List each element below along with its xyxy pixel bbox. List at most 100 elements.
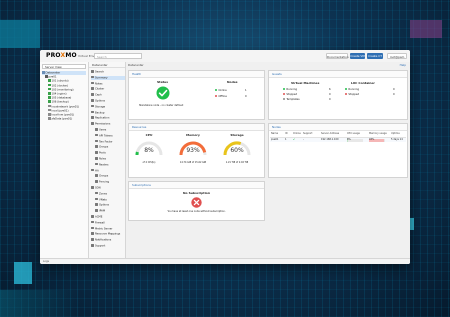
menu-item-label: Users <box>99 128 107 132</box>
view-selector[interactable]: Server View <box>42 64 86 69</box>
menu-item-icon <box>91 232 94 235</box>
create-ct-button[interactable]: Create CT <box>367 52 383 59</box>
menu-item[interactable]: Ceph <box>91 93 125 98</box>
gauge-title: Storage <box>230 133 244 137</box>
nodes-label: Nodes <box>227 80 238 84</box>
vm-status-count: 0 <box>329 98 331 101</box>
menu-item[interactable]: Groups <box>95 174 125 179</box>
menu-item-label: Notifications <box>95 238 112 242</box>
resources-panel: Resources CPU 8% of 4 CPU(s) Memory 93% 14.74… <box>128 123 265 178</box>
documentation-button[interactable]: Documentation <box>326 52 349 59</box>
menu-item-icon <box>95 133 98 137</box>
menu-item[interactable]: SDN <box>91 186 125 191</box>
tree-item-label: local (pve01) <box>51 109 69 113</box>
tree-item-label: Datacenter <box>45 71 61 75</box>
lxc-status-row: Stopped <box>345 93 359 97</box>
menu-item[interactable]: Cluster <box>91 87 125 92</box>
table-header[interactable]: Server Address <box>321 132 339 136</box>
create-vm-button[interactable]: Create VM <box>350 52 365 59</box>
menu-item-icon <box>91 110 94 114</box>
nodes-offline-count: 0 <box>245 95 247 98</box>
menu-item[interactable]: Backup <box>91 110 125 116</box>
vm-status-row: Running <box>283 88 297 92</box>
resource-tree-panel: Server View Datacenter pve01 101 (ubuntu) 1… <box>40 62 89 258</box>
menu-item[interactable]: API Tokens <box>95 133 125 139</box>
gauge-title: Memory <box>186 133 200 137</box>
menu-item[interactable]: Pools <box>95 151 125 156</box>
tree-item-label: 101 (ubuntu) <box>51 79 69 83</box>
vm-title: Virtual Machines <box>291 81 320 85</box>
status-bar[interactable]: Logs <box>40 258 410 264</box>
menu-item[interactable]: Resource Mappings <box>91 232 125 237</box>
user-menu-button[interactable]: root@pam <box>387 52 407 59</box>
menu-item[interactable]: Two Factor <box>95 139 125 145</box>
menu-item[interactable]: ACME <box>91 215 125 220</box>
menu-item-icon <box>91 70 94 73</box>
menu-item-label: Storage <box>95 105 106 109</box>
menu-item[interactable]: Support <box>91 244 125 249</box>
menu-item-icon <box>91 87 94 90</box>
menu-item[interactable]: Options <box>91 99 125 104</box>
menu-item[interactable]: Summary <box>91 75 125 81</box>
menu-item-icon <box>95 139 98 143</box>
menu-item[interactable]: Notifications <box>91 238 125 243</box>
menu-item[interactable]: Zones <box>95 191 125 197</box>
menu-item-label: Resource Mappings <box>95 232 121 236</box>
error-icon <box>191 197 202 208</box>
menu-item[interactable]: HA <box>91 168 125 174</box>
menu-item[interactable]: Metric Server <box>91 226 125 232</box>
menu-item[interactable]: VNets <box>95 197 125 203</box>
table-cell: ✔ <box>293 137 296 141</box>
help-button[interactable]: Help <box>400 63 406 68</box>
nodes-online-row: Online <box>215 89 227 93</box>
table-header[interactable]: CPU usage <box>347 132 360 136</box>
menu-item[interactable]: Roles <box>95 157 125 162</box>
table-cell: 1 <box>285 137 287 141</box>
menu-item[interactable]: Firewall <box>91 220 125 226</box>
menu-item[interactable]: Search <box>91 70 125 75</box>
tree-item[interactable]: zfsData (pve01) <box>48 117 86 121</box>
tree-item-label: 102 (docker) <box>51 83 69 87</box>
table-header[interactable]: Memory usage <box>369 132 387 136</box>
menu-item-label: Groups <box>99 145 109 149</box>
menu-item-label: Options <box>95 99 106 103</box>
tree-item-label: 103 (monitoring) <box>51 88 74 92</box>
menu-item-label: Backup <box>95 110 105 114</box>
menu-item[interactable]: IPAM <box>95 209 125 214</box>
menu-item[interactable]: Notes <box>91 81 125 87</box>
datacenter-icon <box>42 71 45 74</box>
menu-item[interactable]: Groups <box>95 145 125 150</box>
table-header[interactable]: Online <box>293 132 301 136</box>
menu-item-label: Two Factor <box>99 139 113 143</box>
table-header[interactable]: Uptime <box>391 132 400 136</box>
menu-item[interactable]: Users <box>95 128 125 133</box>
vm-status-label: Templates <box>286 98 300 102</box>
menu-item[interactable]: Options <box>95 203 125 208</box>
menu-item-label: Summary <box>95 76 108 80</box>
table-header[interactable]: ID <box>285 132 288 136</box>
lxc-status-row: Running <box>345 88 359 92</box>
menu-item[interactable]: Replication <box>91 116 125 121</box>
menu-item-label: VNets <box>99 197 107 201</box>
subscription-heading: No Subscription <box>183 191 210 195</box>
menu-item-label: Notes <box>95 81 103 85</box>
menu-item-icon <box>91 220 94 224</box>
tree-item-label: localnetwork (pve01) <box>51 104 80 108</box>
menu-item[interactable]: Permissions <box>91 122 125 127</box>
menu-item[interactable]: Fencing <box>95 180 125 185</box>
search-input[interactable]: Search <box>94 52 142 59</box>
table-header[interactable]: Support <box>303 132 312 136</box>
vm-status-count: 0 <box>329 93 331 96</box>
menu-item-label: Roles <box>99 157 106 161</box>
table-header[interactable]: Name <box>271 132 278 136</box>
menu-item-label: Metric Server <box>95 226 113 230</box>
menu-item-label: Options <box>99 203 110 207</box>
menu-item[interactable]: Realms <box>95 162 125 168</box>
menu-item[interactable]: Storage <box>91 104 125 110</box>
menu-header: Datacenter <box>89 62 125 68</box>
menu-item-label: HA <box>95 168 99 172</box>
menu-item-icon <box>91 81 94 85</box>
menu-item-label: SDN <box>95 186 101 190</box>
panel-title: Nodes <box>269 124 407 131</box>
storage-icon <box>48 113 51 116</box>
